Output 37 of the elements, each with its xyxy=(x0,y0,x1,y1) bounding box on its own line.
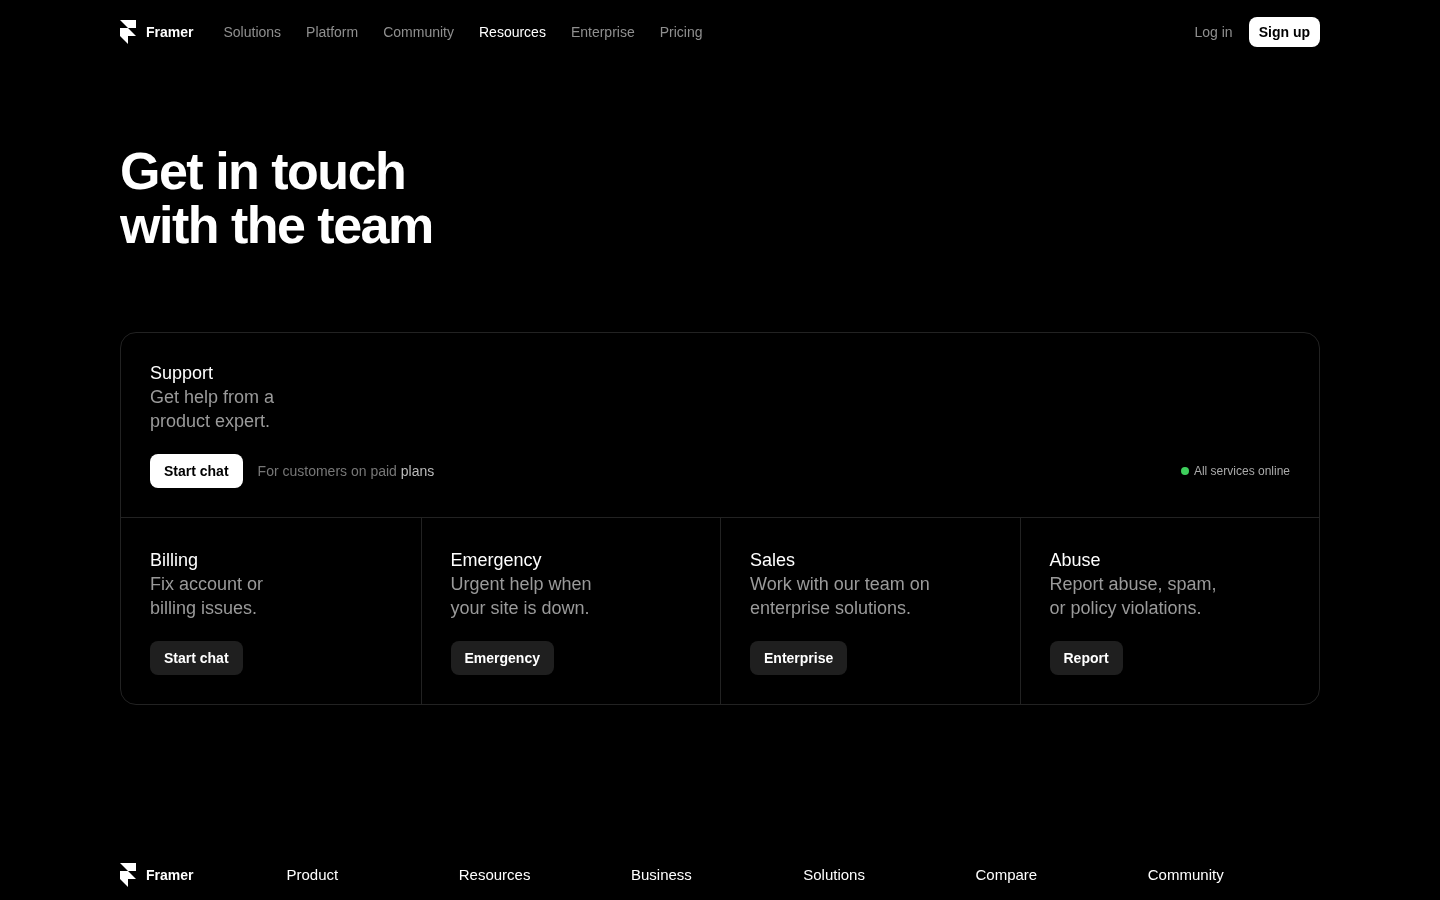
contact-button[interactable]: Enterprise xyxy=(750,641,848,675)
section-title: Abuse xyxy=(1049,549,1101,572)
status-text: All services online xyxy=(1193,464,1290,478)
footer-heading: Community xyxy=(1147,866,1224,883)
login-link[interactable]: Log in xyxy=(1194,24,1233,40)
footer-heading: Solutions xyxy=(803,866,865,883)
footer-heading: Resources xyxy=(458,866,531,883)
section-description: Report abuse, spam, or policy violations. xyxy=(1049,573,1217,620)
footer-heading: Business xyxy=(631,866,692,883)
section-title: Emergency xyxy=(450,549,542,572)
section-description: Get help from a product expert. xyxy=(150,386,276,433)
section-title: Billing xyxy=(150,549,199,572)
section-title: Sales xyxy=(750,549,796,572)
contact-button[interactable]: Report xyxy=(1049,641,1123,675)
nav-link[interactable]: Community xyxy=(383,24,454,40)
footer-heading: Product xyxy=(286,866,339,883)
section-description: Urgent help when your site is down. xyxy=(450,573,592,620)
hero-title: Get in touch with the team xyxy=(120,144,434,252)
section-title: Support xyxy=(150,362,215,385)
brand-logo[interactable]: Framer xyxy=(120,20,194,44)
contact-button[interactable]: Emergency xyxy=(450,641,554,675)
nav-link[interactable]: Enterprise xyxy=(570,24,635,40)
nav-link[interactable]: Resources xyxy=(479,24,546,40)
logo-icon xyxy=(120,20,136,44)
plans-link[interactable]: plans xyxy=(400,463,435,479)
section-description: Fix account or billing issues. xyxy=(150,573,264,620)
contact-button[interactable]: Start chat xyxy=(150,641,243,675)
brand-logo[interactable]: Framer xyxy=(120,863,287,887)
signup-button[interactable]: Sign up xyxy=(1248,17,1320,47)
nav-link[interactable]: Platform xyxy=(306,24,359,40)
nav-link[interactable]: Pricing xyxy=(659,24,703,40)
section-description: Work with our team on enterprise solutions. xyxy=(750,573,930,620)
plan-note: For customers on paid plans xyxy=(257,463,435,479)
nav-link[interactable]: Solutions xyxy=(223,24,282,40)
start-chat-button[interactable]: Start chat xyxy=(150,454,243,488)
logo-icon xyxy=(120,863,136,887)
footer-heading: Compare xyxy=(975,866,1038,883)
